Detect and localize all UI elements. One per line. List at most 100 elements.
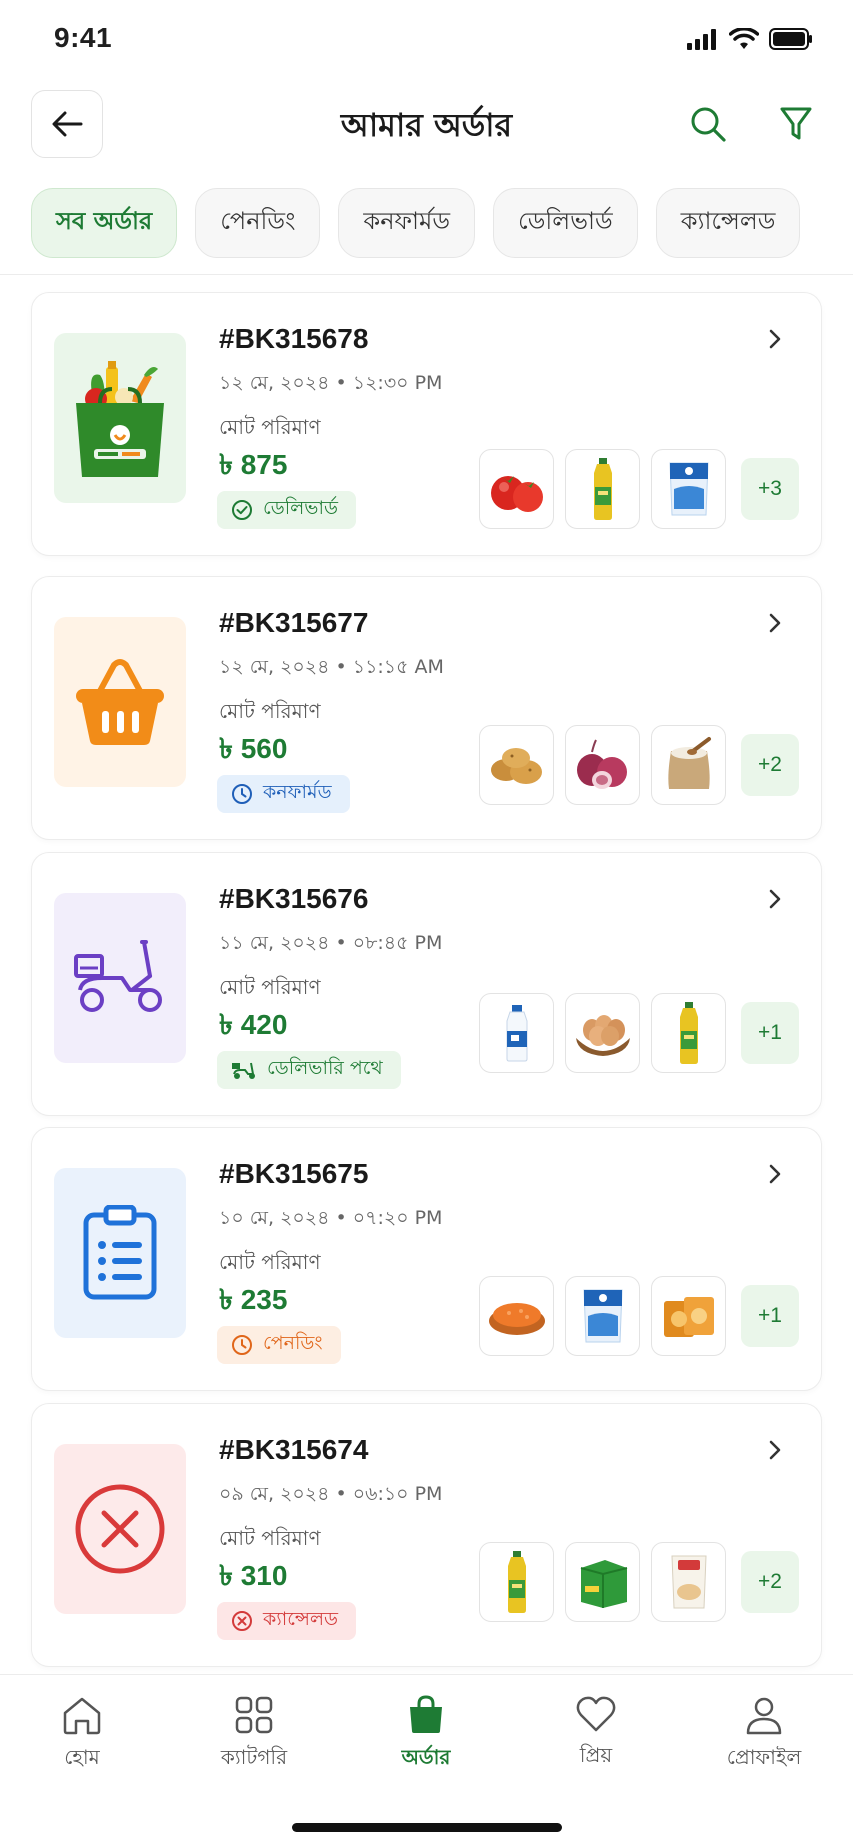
shopping-bag-icon	[410, 1695, 442, 1733]
status-text: ডেলিভারি পথে	[267, 1057, 383, 1079]
tab-cancelled[interactable]: ক্যান্সেলড	[655, 188, 801, 258]
status-text: ডেলিভার্ড	[263, 497, 338, 519]
search-button[interactable]	[686, 102, 730, 146]
flour-pack-icon	[670, 1555, 707, 1609]
product-thumbnails: +3	[479, 449, 799, 529]
order-date: ১১ মে, ২০২৪ • ০৮:৪৫ PM	[219, 932, 443, 954]
product-thumbnail	[565, 1542, 640, 1622]
order-thumbnail	[54, 333, 186, 503]
nav-item-orders[interactable]: অর্ডার	[356, 1695, 496, 1776]
order-card[interactable]: #BK315677 ১২ মে, ২০২৪ • ১১:১৫ AM মোট পরি…	[31, 576, 822, 840]
clock-icon	[232, 784, 252, 804]
battery-icon	[769, 28, 812, 50]
biscuit-box-icon	[663, 1297, 714, 1337]
order-amount: ৳ 560	[219, 733, 288, 764]
more-products-count[interactable]: +1	[741, 1002, 799, 1064]
nav-item-profile[interactable]: প্রোফাইল	[694, 1695, 834, 1776]
clipboard-icon	[83, 1205, 157, 1300]
tab-delivered[interactable]: ডেলিভার্ড	[493, 188, 638, 258]
nav-item-home[interactable]: হোম	[12, 1695, 152, 1776]
status-badge: ক্যান্সেলড	[217, 1602, 357, 1640]
order-id: #BK315675	[219, 1158, 369, 1189]
chevron-right-icon[interactable]	[763, 327, 787, 351]
status-bar: 9:41	[0, 0, 853, 76]
category-icon	[235, 1696, 273, 1734]
tomato-icon	[490, 476, 543, 512]
status-text: পেনডিং	[263, 1332, 323, 1354]
order-amount: ৳ 310	[219, 1560, 288, 1591]
chevron-right-icon[interactable]	[763, 611, 787, 635]
tab-pending[interactable]: পেনডিং	[195, 188, 321, 258]
grocery-bag-icon	[76, 361, 164, 477]
order-id: #BK315676	[219, 883, 369, 914]
nav-label: হোম	[64, 1745, 100, 1769]
potato-icon	[490, 748, 542, 784]
order-amount: ৳ 420	[219, 1009, 288, 1040]
amount-label: মোট পরিমাণ	[219, 1526, 321, 1550]
status-badge: পেনডিং	[217, 1326, 341, 1364]
product-thumbnails: +1	[479, 1276, 799, 1356]
order-amount: ৳ 235	[219, 1284, 288, 1315]
order-date: ০৯ মে, ২০২৪ • ০৬:১০ PM	[219, 1483, 443, 1505]
oil-bottle-icon	[679, 1002, 698, 1064]
tab-all-orders[interactable]: সব অর্ডার	[31, 188, 178, 258]
oil-bottle-icon	[593, 458, 612, 520]
status-time: 9:41	[54, 22, 113, 53]
milk-pack-icon	[668, 462, 709, 516]
amount-label: মোট পরিমাণ	[219, 975, 321, 999]
status-badge: কনফার্মড	[217, 775, 350, 813]
x-circle-icon	[232, 1611, 252, 1631]
product-thumbnail	[479, 1276, 554, 1356]
nav-item-favorites[interactable]: প্রিয়	[526, 1695, 666, 1774]
order-thumbnail	[54, 1168, 186, 1338]
scooter-icon	[74, 940, 162, 1012]
filter-icon	[780, 107, 812, 140]
profile-icon	[746, 1697, 782, 1735]
product-thumbnail	[479, 449, 554, 529]
more-products-count[interactable]: +1	[741, 1285, 799, 1347]
nav-label: অর্ডার	[401, 1745, 451, 1769]
nav-label: ক্যাটগরি	[220, 1745, 288, 1769]
tab-confirmed[interactable]: কনফার্মড	[338, 188, 476, 258]
chevron-right-icon[interactable]	[763, 1162, 787, 1186]
order-id: #BK315674	[219, 1434, 369, 1465]
product-thumbnail	[651, 725, 726, 805]
oil-bottle-icon	[507, 1551, 526, 1613]
product-thumbnail	[479, 725, 554, 805]
product-thumbnail	[565, 993, 640, 1073]
home-indicator[interactable]	[292, 1823, 562, 1832]
order-card[interactable]: #BK315675 ১০ মে, ২০২৪ • ০৭:২০ PM মোট পরি…	[31, 1127, 822, 1391]
order-card[interactable]: #BK315674 ০৯ মে, ২০২৪ • ০৬:১০ PM মোট পরি…	[31, 1403, 822, 1667]
signal-icon	[687, 29, 716, 50]
nav-label: প্রিয়	[579, 1743, 613, 1767]
status-text: ক্যান্সেলড	[263, 1608, 339, 1630]
milk-bottle-icon	[506, 1005, 527, 1062]
chevron-right-icon[interactable]	[763, 1438, 787, 1462]
more-products-count[interactable]: +3	[741, 458, 799, 520]
more-products-count[interactable]: +2	[741, 734, 799, 796]
onion-icon	[576, 739, 627, 789]
order-id: #BK315677	[219, 607, 369, 638]
check-circle-icon	[232, 500, 252, 520]
more-products-count[interactable]: +2	[741, 1551, 799, 1613]
nav-label: প্রোফাইল	[726, 1745, 802, 1769]
product-thumbnail	[651, 1542, 726, 1622]
order-date: ১২ মে, ২০২৪ • ১২:৩০ PM	[219, 372, 443, 394]
filter-button[interactable]	[774, 102, 818, 146]
divider	[0, 274, 853, 275]
bottom-navigation: হোম ক্যাটগরি অর্ডার প্রিয় প্রোফাইল	[0, 1674, 853, 1844]
eggs-icon	[575, 1015, 630, 1056]
nav-item-category[interactable]: ক্যাটগরি	[184, 1695, 324, 1776]
order-thumbnail	[54, 893, 186, 1063]
chevron-right-icon[interactable]	[763, 887, 787, 911]
wifi-icon	[729, 28, 759, 49]
tea-box-icon	[580, 1560, 627, 1608]
lentils-icon	[488, 1303, 545, 1335]
status-icons	[687, 28, 813, 50]
order-card[interactable]: #BK315676 ১১ মে, ২০২৪ • ০৮:৪৫ PM মোট পরি…	[31, 852, 822, 1116]
order-card[interactable]: #BK315678 ১২ মে, ২০২৪ • ১২:৩০ PM মোট পরি…	[31, 292, 822, 556]
amount-label: মোট পরিমাণ	[219, 699, 321, 723]
order-date: ১০ মে, ২০২৪ • ০৭:২০ PM	[219, 1207, 443, 1229]
status-text: কনফার্মড	[263, 781, 332, 803]
home-icon	[63, 1697, 101, 1735]
